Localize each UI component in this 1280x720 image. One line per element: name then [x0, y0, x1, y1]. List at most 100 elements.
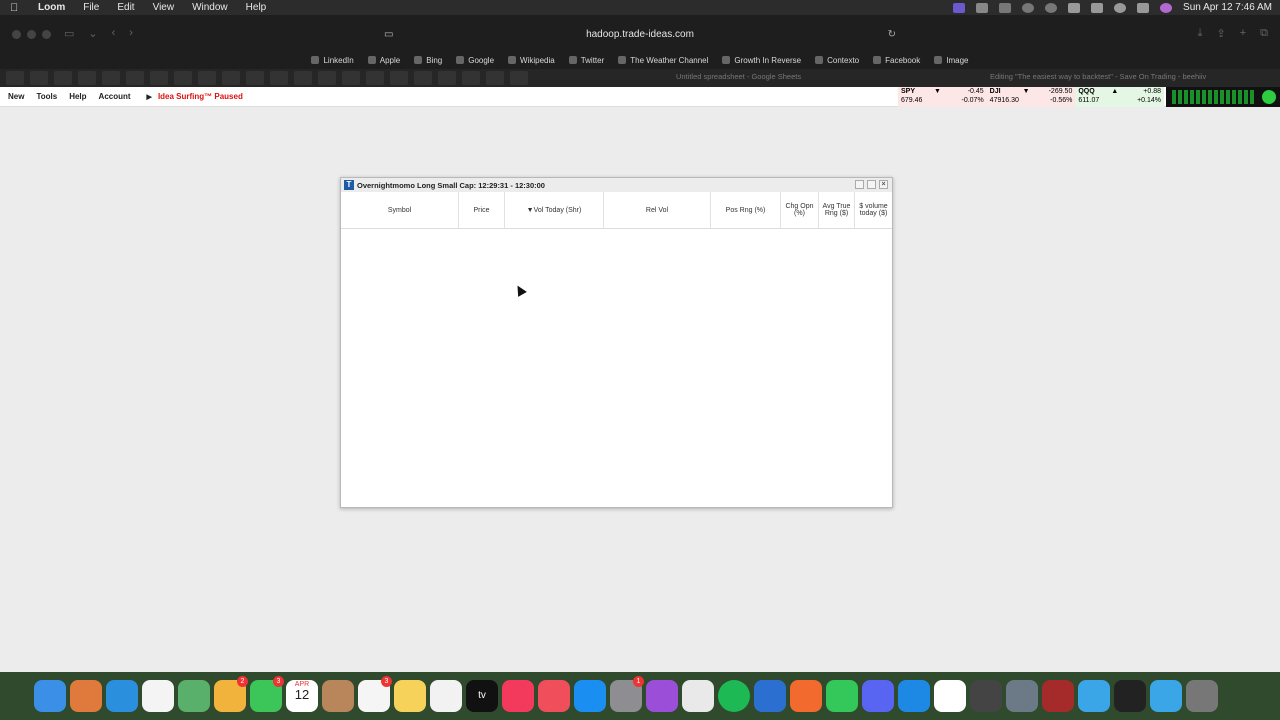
pinned-tab-icon[interactable] [510, 71, 528, 85]
bookmark-linkedin[interactable]: LinkedIn [311, 56, 354, 65]
trash-icon[interactable] [1186, 680, 1218, 712]
calendar-icon[interactable]: APR 12 [286, 680, 318, 712]
pinned-tab-icon[interactable] [270, 71, 288, 85]
butterfly-icon[interactable] [999, 2, 1012, 13]
minimize-icon[interactable] [855, 180, 864, 189]
new-tab-icon[interactable]: + [1240, 27, 1246, 40]
forward-icon[interactable]: › [129, 27, 133, 40]
site-settings-icon[interactable]: ▭ [384, 26, 393, 44]
bookmark-image[interactable]: Image [934, 56, 969, 65]
bookmark-bing[interactable]: Bing [414, 56, 442, 65]
back-icon[interactable]: ‹ [112, 27, 116, 40]
pinned-tab-icon[interactable] [462, 71, 480, 85]
column-symbol[interactable]: Symbol [341, 192, 459, 228]
notes-icon[interactable] [394, 680, 426, 712]
pinned-tab-icon[interactable] [390, 71, 408, 85]
pinned-tab-icon[interactable] [438, 71, 456, 85]
contacts-icon[interactable] [322, 680, 354, 712]
pinned-tab-icon[interactable] [246, 71, 264, 85]
pinned-tab-icon[interactable] [366, 71, 384, 85]
reload-icon[interactable]: ↻ [888, 26, 896, 44]
calculator-icon[interactable] [970, 680, 1002, 712]
snowflake-app-icon[interactable] [754, 680, 786, 712]
pinned-tab-icon[interactable] [198, 71, 216, 85]
chrome-icon[interactable] [142, 680, 174, 712]
pinned-tab-icon[interactable] [150, 71, 168, 85]
menu-file[interactable]: File [83, 2, 99, 13]
menu-app-name[interactable]: Loom [38, 2, 65, 13]
menu-new[interactable]: New [8, 92, 24, 101]
bookmark-weather[interactable]: The Weather Channel [618, 56, 708, 65]
menu-help-app[interactable]: Help [69, 92, 86, 101]
photos-icon[interactable]: 2 [214, 676, 248, 712]
chevron-down-icon[interactable]: ⌄ [88, 27, 97, 40]
spark-icon[interactable] [1150, 680, 1182, 712]
column-pos-rng[interactable]: Pos Rng (%) [711, 192, 781, 228]
pinned-tab-icon[interactable] [318, 71, 336, 85]
play-icon[interactable]: ▶ [147, 93, 152, 101]
minimize-window-button[interactable] [27, 30, 36, 39]
menu-edit[interactable]: Edit [117, 2, 134, 13]
menu-window[interactable]: Window [192, 2, 228, 13]
column-rel-vol[interactable]: Rel Vol [604, 192, 711, 228]
ticker-qqq[interactable]: QQQ ▲ +0.88 611.07 +0.14% [1075, 87, 1165, 107]
sidebar-icon[interactable]: ▭ [64, 27, 74, 40]
pinned-tab-icon[interactable] [54, 71, 72, 85]
column-vol-today[interactable]: ▼Vol Today (Shr) [505, 192, 604, 228]
pinned-tab-icon[interactable] [294, 71, 312, 85]
apple-tv-icon[interactable]: tv [466, 680, 498, 712]
search-icon[interactable] [1114, 2, 1127, 13]
column-dollar-volume[interactable]: $ volume today ($) [855, 192, 892, 228]
system-settings-icon[interactable]: 1 [610, 676, 644, 712]
control-center-icon[interactable] [1137, 2, 1150, 13]
news-icon[interactable] [538, 680, 570, 712]
preview-icon[interactable] [682, 680, 714, 712]
music-icon[interactable] [502, 680, 534, 712]
idea-surfing-status[interactable]: Idea Surfing™ Paused [158, 92, 243, 101]
screen-record-icon[interactable] [953, 2, 966, 13]
menu-help[interactable]: Help [246, 2, 267, 13]
ticker-dji[interactable]: DJI ▼ -269.50 47916.30 -0.56% [986, 87, 1076, 107]
pinned-tab-icon[interactable] [174, 71, 192, 85]
maximize-icon[interactable] [867, 180, 876, 189]
discord-icon[interactable] [862, 680, 894, 712]
bookmark-facebook[interactable]: Facebook [873, 56, 920, 65]
screen-recorder-icon[interactable] [1114, 680, 1146, 712]
pinned-tab-icon[interactable] [126, 71, 144, 85]
bookmark-twitter[interactable]: Twitter [568, 56, 604, 65]
close-window-button[interactable] [12, 30, 21, 39]
launchpad-icon[interactable] [70, 680, 102, 712]
notion-icon[interactable] [934, 680, 966, 712]
close-icon[interactable]: × [879, 180, 888, 189]
column-chg-opn[interactable]: Chg Opn (%) [781, 192, 819, 228]
menu-view[interactable]: View [153, 2, 175, 13]
address-bar[interactable]: ▭ hadoop.trade-ideas.com ↻ [380, 26, 900, 44]
tab-beehiiv[interactable]: Editing "The easiest way to backtest" - … [990, 72, 1206, 81]
pencil-app-icon[interactable] [790, 680, 822, 712]
apple-icon[interactable]:  [10, 2, 24, 14]
spotify-icon[interactable] [718, 680, 750, 712]
pinned-tab-icon[interactable] [6, 71, 24, 85]
pinned-tab-icon[interactable] [342, 71, 360, 85]
bookmark-wikipedia[interactable]: Wikipedia [508, 56, 555, 65]
tab-overview-icon[interactable]: ⧉ [1260, 27, 1268, 40]
scanner-window-titlebar[interactable]: T Overnightmomo Long Small Cap: 12:29:31… [341, 178, 892, 192]
maps-icon[interactable] [178, 680, 210, 712]
pinned-tab-icon[interactable] [222, 71, 240, 85]
camera-icon[interactable] [976, 2, 989, 13]
finder-icon[interactable] [34, 680, 66, 712]
download-icon[interactable]: ⤓ [1198, 27, 1203, 40]
battery-icon[interactable] [1068, 2, 1081, 13]
safari-icon[interactable] [106, 680, 138, 712]
spark-icon[interactable] [1078, 680, 1110, 712]
siri-icon[interactable] [1160, 2, 1173, 13]
bookmark-google[interactable]: Google [456, 56, 494, 65]
column-avg-true-rng[interactable]: Avg True Rng ($) [819, 192, 855, 228]
pinned-tab-icon[interactable] [486, 71, 504, 85]
zoom-window-button[interactable] [42, 30, 51, 39]
play-icon[interactable] [1022, 2, 1035, 13]
bookmark-contexto[interactable]: Contexto [815, 56, 859, 65]
tab-google-sheets[interactable]: Untitled spreadsheet - Google Sheets [676, 72, 801, 81]
reminders-icon[interactable]: 3 [358, 676, 392, 712]
podcasts-icon[interactable] [646, 680, 678, 712]
